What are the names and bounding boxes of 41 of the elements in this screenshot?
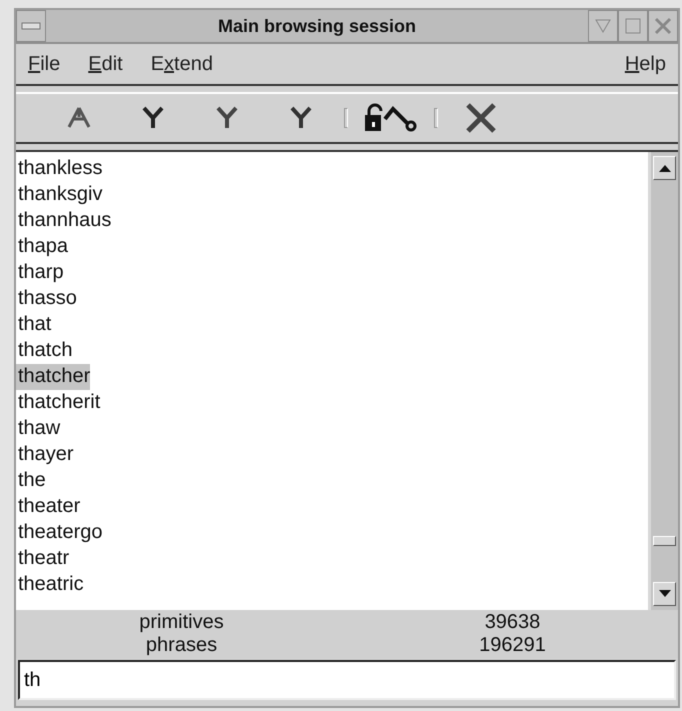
menu-item[interactable]: Help — [624, 49, 666, 79]
list-item[interactable]: thasso — [16, 286, 77, 312]
square-icon — [625, 18, 641, 34]
triangle-icon — [595, 19, 611, 33]
up-arrow-icon — [658, 164, 670, 172]
list-item[interactable]: thapa — [16, 234, 68, 260]
list-item[interactable]: theatric — [16, 572, 84, 598]
list-item[interactable]: thatcherit — [16, 390, 100, 416]
menu-item[interactable]: Edit — [88, 49, 123, 79]
list-item[interactable]: theater — [16, 494, 80, 520]
close-icon — [654, 17, 672, 35]
window-menu-button[interactable] — [16, 10, 46, 42]
list-item[interactable]: thanksgiv — [16, 182, 102, 208]
minus-icon — [21, 22, 41, 30]
stat-label: primitives — [139, 611, 224, 634]
input-field[interactable]: th — [18, 660, 676, 700]
list-item[interactable]: tharp — [16, 260, 64, 286]
menu-item[interactable]: Extend — [150, 49, 213, 79]
list-item[interactable]: thayer — [16, 442, 74, 468]
stat-label: phrases — [146, 634, 218, 657]
list-item[interactable]: thatcher — [16, 364, 90, 390]
word-list[interactable]: thankless thanksgiv thannhaus thapa tharp thasso that thatch thatcher thatcherit thaw thayer the theater theatergo theatr theatric — [16, 152, 648, 610]
scroll-thumb[interactable] — [653, 536, 676, 546]
menu-item[interactable]: File — [28, 49, 60, 79]
list-item[interactable]: theatr — [16, 546, 70, 572]
list-item[interactable]: theatergo — [16, 520, 103, 546]
stat-value: 39638 — [484, 611, 540, 634]
lock-and-key-icon — [363, 103, 419, 133]
list-item[interactable]: thankless — [16, 156, 102, 182]
scroll-down-button[interactable] — [653, 582, 676, 606]
down-arrow-icon — [658, 590, 670, 598]
window-title: Main browsing session — [216, 14, 418, 38]
list-item[interactable]: thaw — [16, 416, 60, 442]
list-item[interactable]: that — [16, 312, 52, 338]
list-item[interactable]: thannhaus — [16, 208, 112, 234]
scrollbar[interactable] — [648, 152, 678, 610]
scroll-up-button[interactable] — [653, 156, 676, 180]
list-item[interactable]: thatch — [16, 338, 72, 364]
stat-value: 196291 — [479, 634, 546, 657]
list-item[interactable]: the — [16, 468, 46, 494]
close-icon — [465, 102, 497, 134]
